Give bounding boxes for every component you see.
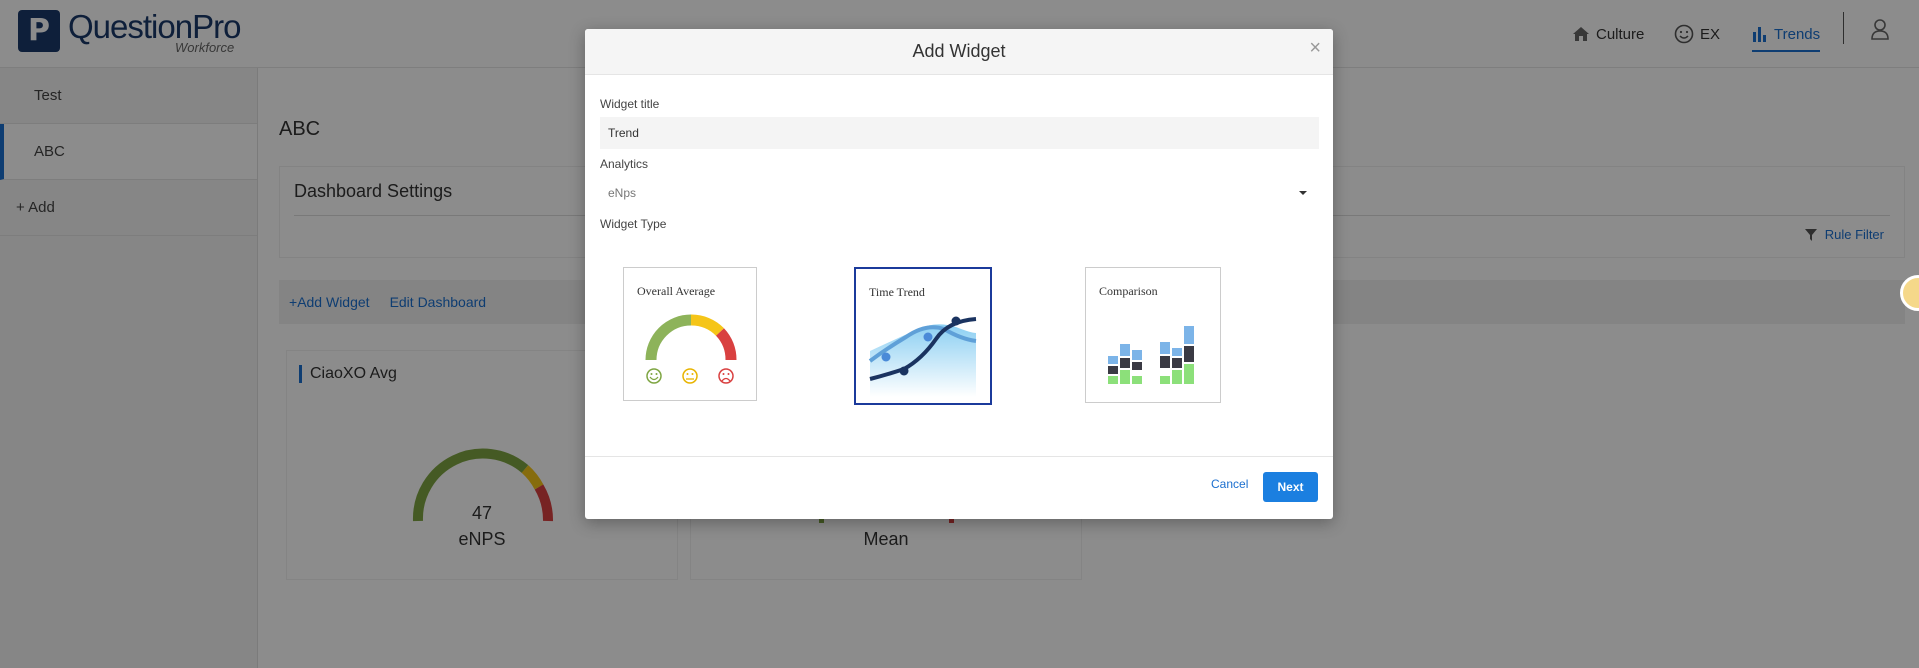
widget-type-label: Widget Type: [600, 217, 667, 231]
analytics-label: Analytics: [600, 157, 649, 171]
widget-type-comparison[interactable]: Comparison: [1085, 267, 1221, 403]
modal-title: Add Widget: [912, 41, 1006, 61]
widget-type-time-trend[interactable]: Time Trend: [854, 267, 992, 405]
time-trend-line-icon: [868, 316, 977, 397]
widget-title-label: Widget title: [600, 97, 660, 111]
add-widget-modal: Add Widget × Widget title Analytics eNps…: [585, 29, 1333, 519]
widget-type-overall-average[interactable]: Overall Average: [623, 267, 757, 401]
modal-header: Add Widget ×: [585, 29, 1333, 75]
overall-average-gauge-icon: [645, 314, 737, 384]
close-icon[interactable]: ×: [1309, 37, 1321, 60]
analytics-select[interactable]: eNps: [600, 177, 1319, 209]
next-button[interactable]: Next: [1263, 472, 1318, 502]
chevron-down-icon: [1299, 191, 1307, 195]
cancel-button[interactable]: Cancel: [1211, 477, 1248, 491]
widget-title-input[interactable]: [600, 117, 1319, 149]
modal-footer-divider: [585, 456, 1333, 457]
analytics-selected-value: eNps: [608, 186, 637, 200]
comparison-bar-icon: [1108, 326, 1194, 384]
